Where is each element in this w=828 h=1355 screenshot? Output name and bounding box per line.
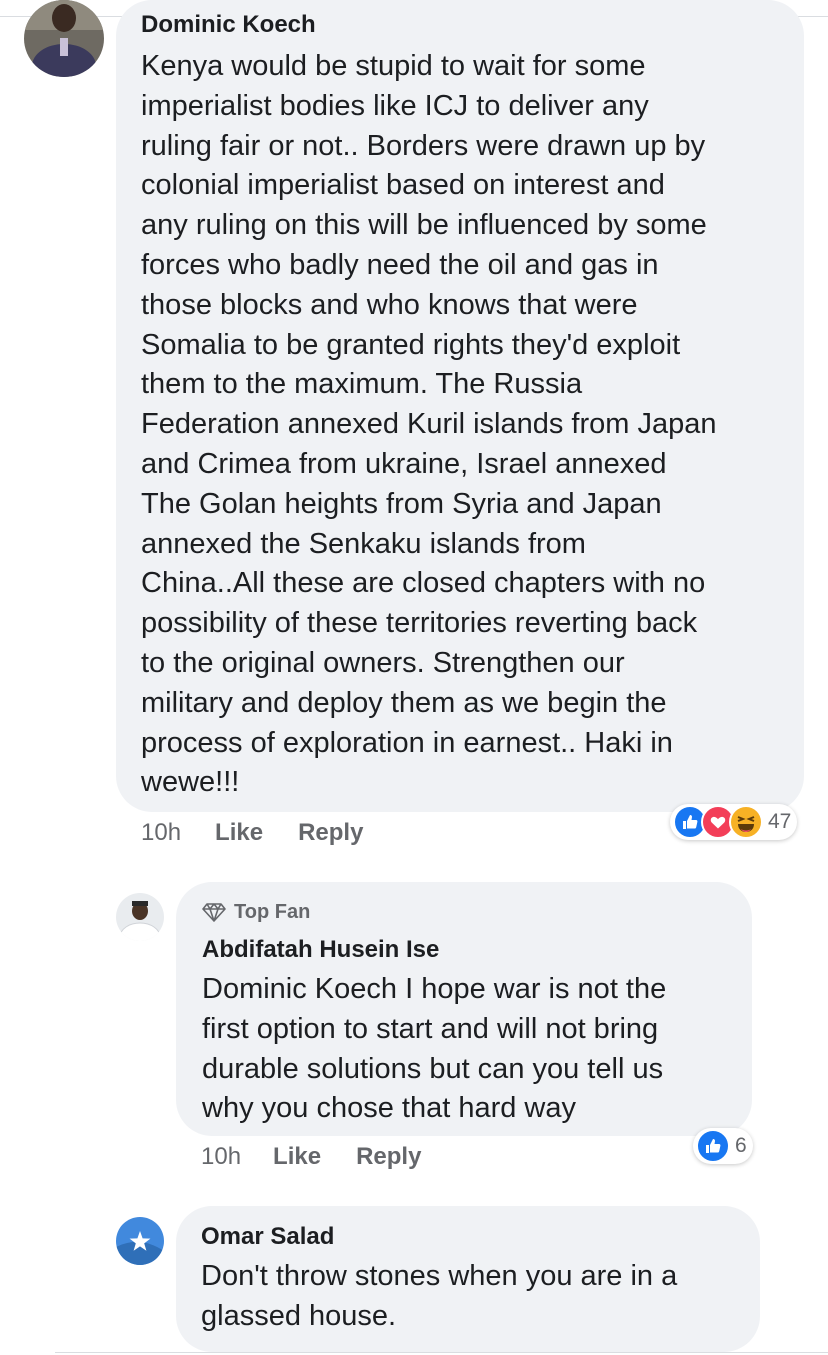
comment-text: Dominic Koech I hope war is not the firs… bbox=[202, 973, 667, 1125]
comment-text: Don't throw stones when you are in a gla… bbox=[201, 1260, 678, 1332]
badge-label: Top Fan bbox=[234, 901, 311, 923]
comment-text: Kenya would be stupid to wait for some i… bbox=[141, 50, 717, 799]
bottom-divider bbox=[55, 1352, 828, 1353]
comment-author[interactable]: Dominic Koech bbox=[141, 11, 784, 39]
reply-button[interactable]: Reply bbox=[298, 819, 363, 847]
reaction-count: 47 bbox=[768, 810, 792, 833]
avatar-dominic-koech[interactable] bbox=[24, 0, 104, 77]
comment-actions: 10h Like Reply bbox=[201, 1142, 421, 1172]
like-button[interactable]: Like bbox=[215, 819, 263, 847]
reaction-count: 6 bbox=[735, 1134, 747, 1157]
avatar-omar-salad[interactable] bbox=[116, 1217, 164, 1265]
comment-timestamp[interactable]: 10h bbox=[141, 819, 181, 847]
reaction-summary[interactable]: 6 bbox=[693, 1128, 753, 1164]
comment-timestamp[interactable]: 10h bbox=[201, 1143, 241, 1171]
comment-bubble: Dominic Koech Kenya would be stupid to w… bbox=[116, 0, 804, 812]
haha-icon bbox=[729, 805, 763, 839]
comment-actions: 10h Like Reply bbox=[141, 818, 363, 848]
comment-bubble: Top Fan Abdifatah Husein Ise Dominic Koe… bbox=[176, 882, 752, 1136]
comment-bubble: Omar Salad Don't throw stones when you a… bbox=[176, 1206, 760, 1352]
top-fan-badge: Top Fan bbox=[202, 900, 732, 924]
comment-author[interactable]: Omar Salad bbox=[201, 1223, 740, 1251]
reaction-summary[interactable]: 47 bbox=[670, 804, 798, 840]
avatar-abdifatah-husein-ise[interactable] bbox=[116, 893, 164, 941]
comment-author[interactable]: Abdifatah Husein Ise bbox=[202, 936, 732, 964]
like-button[interactable]: Like bbox=[273, 1143, 321, 1171]
reply-button[interactable]: Reply bbox=[356, 1143, 421, 1171]
like-icon bbox=[696, 1129, 730, 1163]
diamond-icon bbox=[202, 903, 226, 922]
